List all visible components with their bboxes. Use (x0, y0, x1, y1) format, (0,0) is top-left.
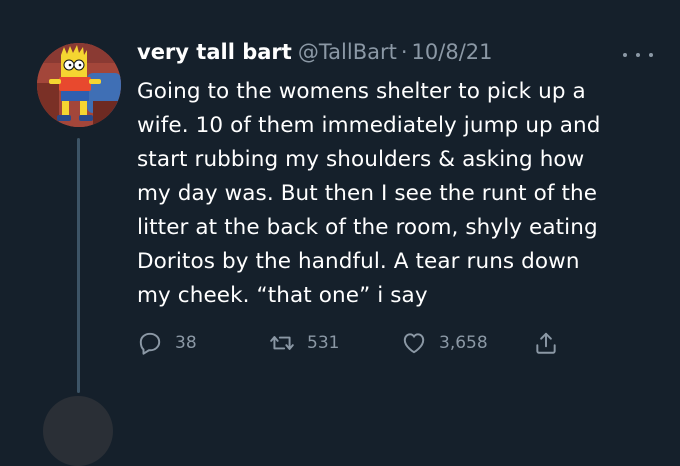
tweet-text-line: my day was. But then I see the runt of t… (137, 181, 598, 206)
next-tweet-avatar[interactable] (43, 396, 113, 466)
tweet-text-line: litter at the back of the room, shyly ea… (137, 215, 598, 240)
separator-dot: · (400, 40, 408, 64)
share-icon (536, 332, 556, 354)
tweet: very tall bart @TallBart · 10/8/21 Going… (0, 0, 680, 466)
reply-button[interactable]: 38 (137, 328, 197, 358)
share-button[interactable] (533, 328, 559, 358)
tweet-date[interactable]: 10/8/21 (412, 40, 493, 64)
user-handle[interactable]: @TallBart (298, 40, 397, 64)
heart-icon (403, 333, 425, 354)
tweet-text-line: my cheek. “that one” i say (137, 283, 428, 308)
avatar[interactable] (37, 43, 121, 127)
retweet-button[interactable]: 531 (269, 328, 339, 358)
avatar-image (37, 43, 121, 127)
reply-icon (139, 332, 161, 355)
retweet-count: 531 (307, 333, 340, 353)
retweet-icon (270, 336, 294, 350)
thread-line (77, 138, 80, 393)
like-count: 3,658 (439, 333, 488, 353)
reply-count: 38 (175, 333, 197, 353)
tweet-text: Going to the womens shelter to pick up a… (137, 75, 667, 313)
tweet-text-line: Doritos by the handful. A tear runs down (137, 249, 580, 274)
tweet-header: very tall bart @TallBart · 10/8/21 (137, 40, 493, 70)
more-icon[interactable] (623, 48, 653, 62)
tweet-text-line: Going to the womens shelter to pick up a (137, 79, 586, 104)
tweet-text-line: start rubbing my shoulders & asking how (137, 147, 585, 172)
tweet-text-line: wife. 10 of them immediately jump up and (137, 113, 601, 138)
like-button[interactable]: 3,658 (401, 328, 488, 358)
display-name[interactable]: very tall bart (137, 40, 292, 64)
action-bar: 38 531 3,658 (137, 328, 577, 358)
